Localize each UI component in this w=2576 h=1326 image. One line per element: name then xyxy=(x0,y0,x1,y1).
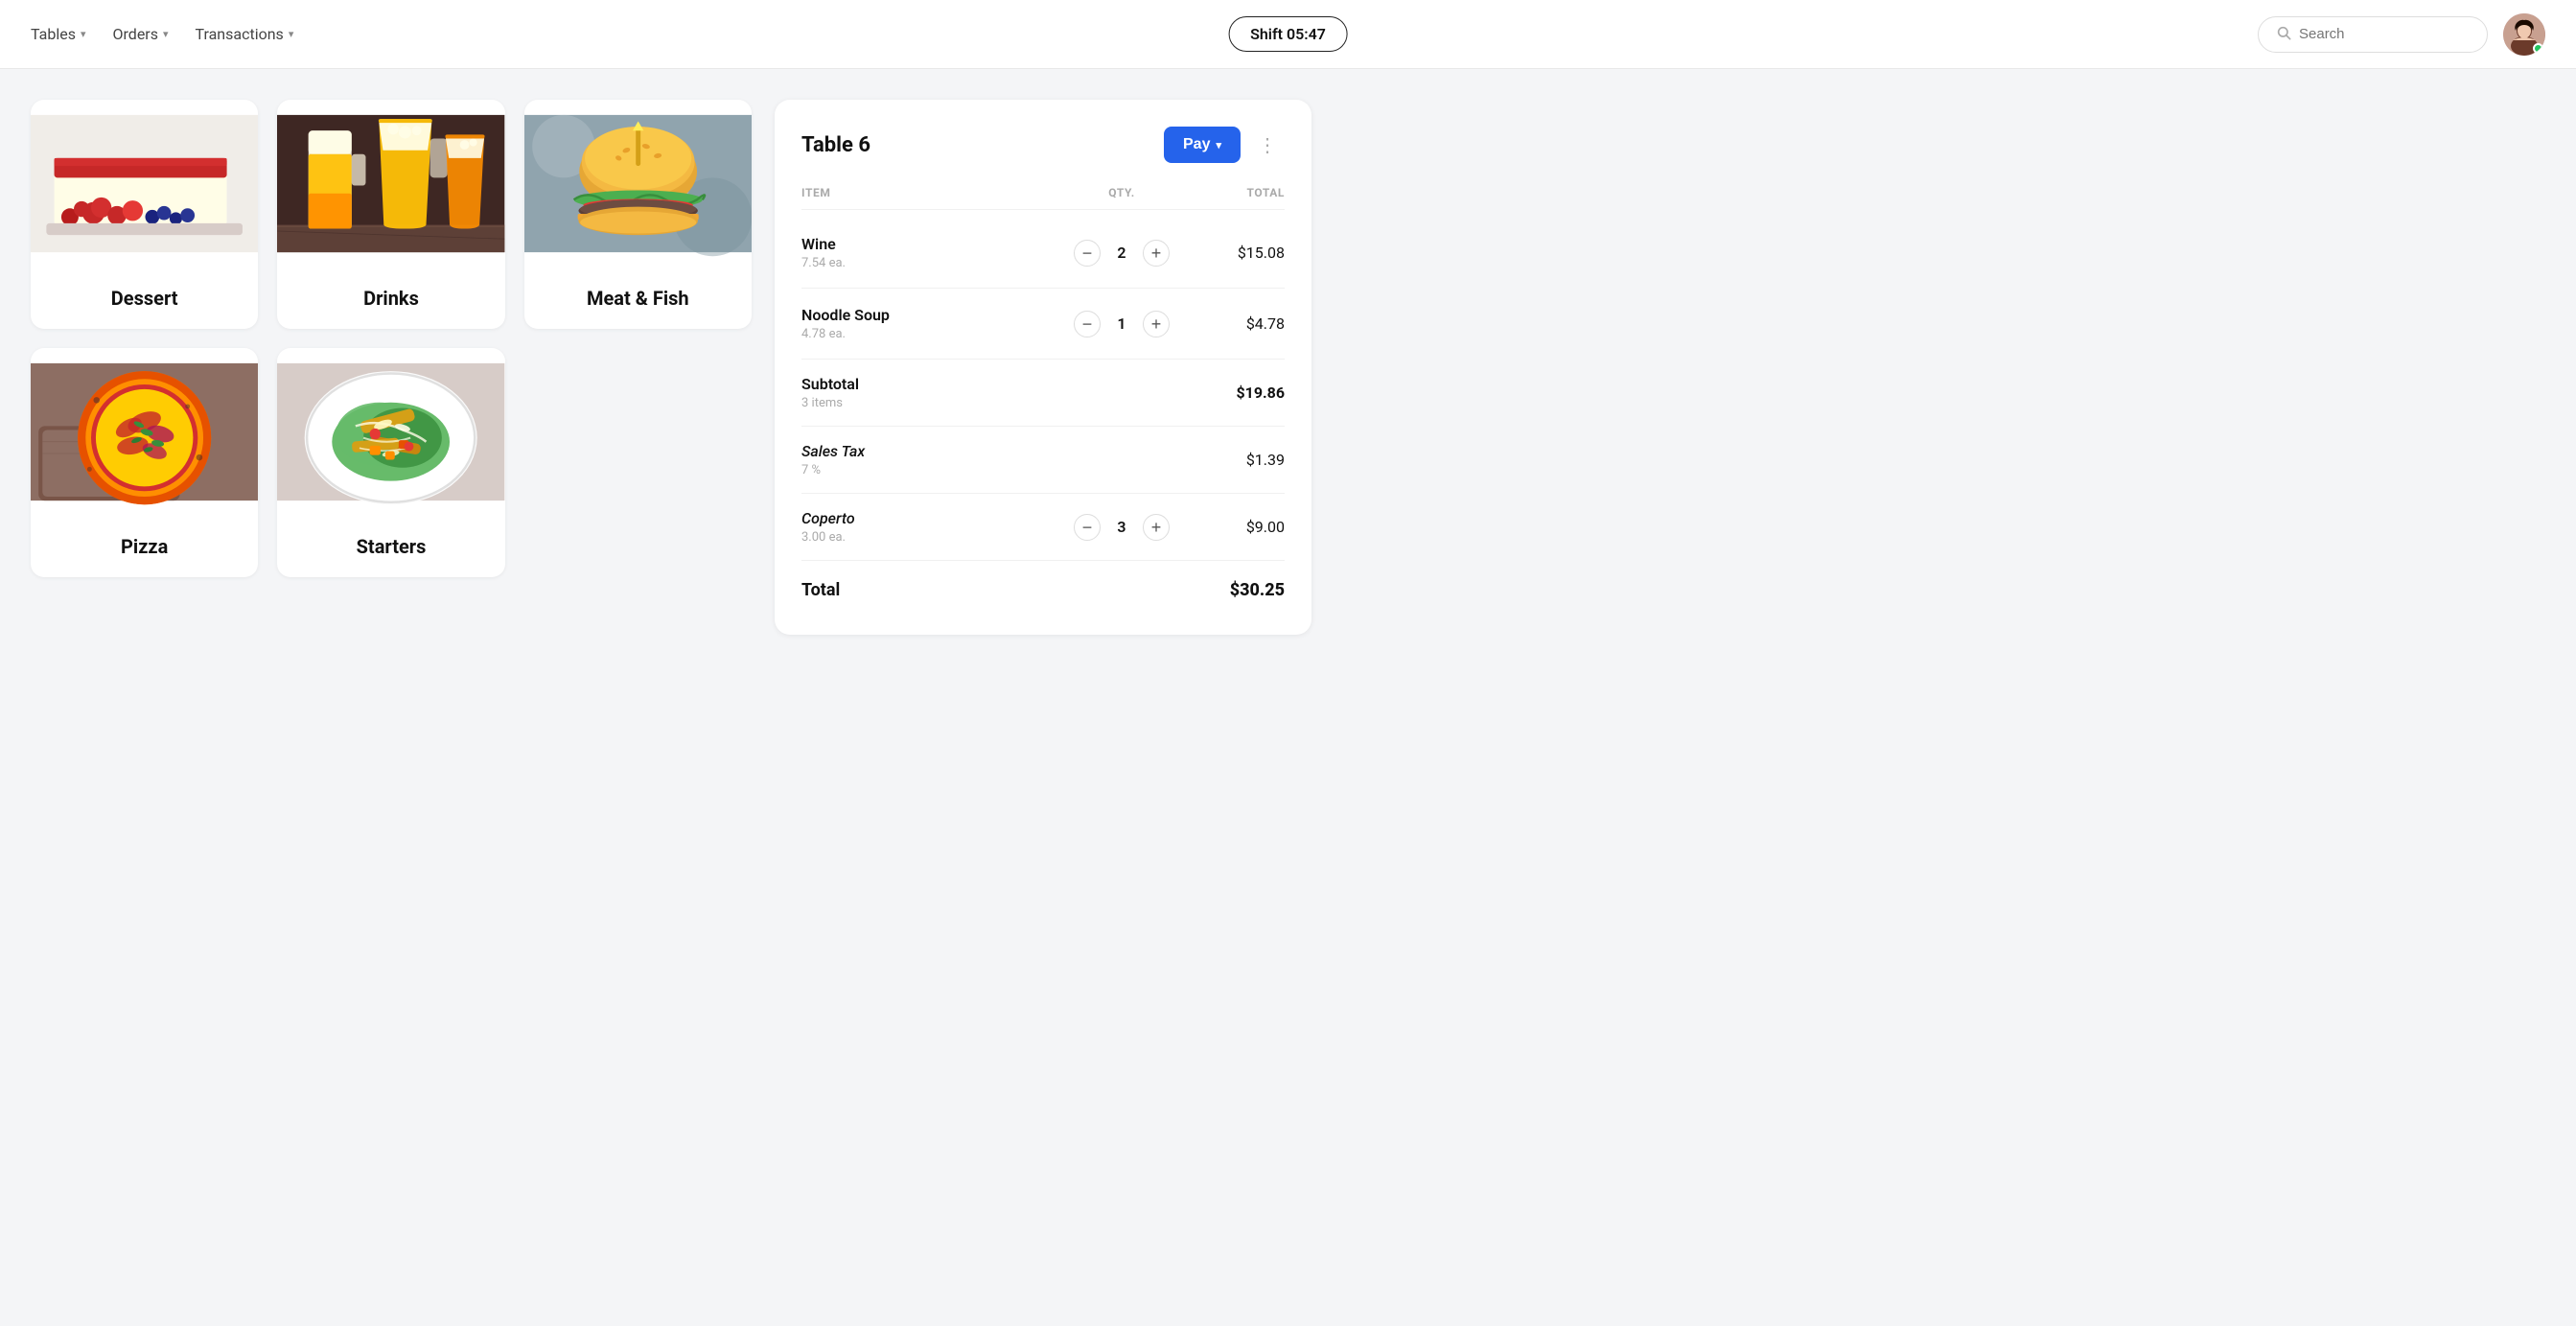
nav-tables[interactable]: Tables ▾ xyxy=(31,25,86,43)
coperto-qty-increase[interactable]: + xyxy=(1143,514,1170,541)
nav-tables-label: Tables xyxy=(31,25,76,43)
shift-badge[interactable]: Shift 05:47 xyxy=(1228,16,1348,52)
coperto-qty-value: 3 xyxy=(1112,518,1131,536)
search-icon xyxy=(2276,25,2291,44)
pay-chevron-icon: ▾ xyxy=(1216,139,1221,151)
wine-qty-value: 2 xyxy=(1112,244,1131,262)
pizza-image xyxy=(31,348,258,516)
category-card-drinks[interactable]: Drinks xyxy=(277,100,504,329)
dessert-label: Dessert xyxy=(31,268,258,329)
dessert-image xyxy=(31,100,258,268)
search-bar[interactable] xyxy=(2258,16,2488,53)
subtotal-value: $19.86 xyxy=(1189,384,1285,402)
noodle-soup-total: $4.78 xyxy=(1189,314,1285,333)
meat-fish-label: Meat & Fish xyxy=(524,268,752,329)
coperto-sub: 3.00 ea. xyxy=(801,530,1055,545)
tax-label: Sales Tax xyxy=(801,442,1189,460)
wine-name: Wine xyxy=(801,235,1055,253)
noodle-soup-qty-increase[interactable]: + xyxy=(1143,311,1170,337)
coperto-info: Coperto 3.00 ea. xyxy=(801,509,1055,545)
subtotal-label: Subtotal xyxy=(801,375,1189,393)
avatar[interactable] xyxy=(2503,13,2545,56)
coperto-qty-control: − 3 + xyxy=(1055,514,1189,541)
table-title: Table 6 xyxy=(801,133,870,157)
chevron-down-icon: ▾ xyxy=(163,28,169,40)
header-actions xyxy=(2258,13,2545,56)
category-grid: Dessert xyxy=(31,100,752,635)
noodle-soup-name: Noodle Soup xyxy=(801,306,1055,324)
pizza-label: Pizza xyxy=(31,516,258,577)
noodle-soup-qty-control: − 1 + xyxy=(1055,311,1189,337)
starters-image xyxy=(277,348,504,516)
wine-item-info: Wine 7.54 ea. xyxy=(801,235,1055,270)
drinks-image xyxy=(277,100,504,268)
category-card-dessert[interactable]: Dessert xyxy=(31,100,258,329)
coperto-row: Coperto 3.00 ea. − 3 + $9.00 xyxy=(801,494,1285,561)
noodle-soup-qty-decrease[interactable]: − xyxy=(1074,311,1101,337)
online-indicator xyxy=(2533,43,2543,54)
wine-qty-decrease[interactable]: − xyxy=(1074,240,1101,267)
coperto-qty-decrease[interactable]: − xyxy=(1074,514,1101,541)
starters-label: Starters xyxy=(277,516,504,577)
tax-value: $1.39 xyxy=(1189,451,1285,469)
nav-orders[interactable]: Orders ▾ xyxy=(113,25,169,43)
order-row-noodle-soup: Noodle Soup 4.78 ea. − 1 + $4.78 xyxy=(801,289,1285,360)
wine-qty-control: − 2 + xyxy=(1055,240,1189,267)
category-card-starters[interactable]: Starters xyxy=(277,348,504,577)
total-label: Total xyxy=(801,580,1189,600)
order-header: Table 6 Pay ▾ ⋮ xyxy=(801,127,1285,163)
header: Tables ▾ Orders ▾ Transactions ▾ Shift 0… xyxy=(0,0,2576,69)
noodle-soup-item-info: Noodle Soup 4.78 ea. xyxy=(801,306,1055,341)
order-table-header: ITEM QTY. TOTAL xyxy=(801,186,1285,210)
chevron-down-icon: ▾ xyxy=(289,28,294,40)
main-content: Dessert xyxy=(0,69,1342,665)
main-nav: Tables ▾ Orders ▾ Transactions ▾ xyxy=(31,25,293,43)
category-card-meat-fish[interactable]: Meat & Fish xyxy=(524,100,752,329)
wine-price-ea: 7.54 ea. xyxy=(801,256,1055,270)
chevron-down-icon: ▾ xyxy=(81,28,86,40)
subtotal-row: Subtotal 3 items $19.86 xyxy=(801,360,1285,427)
total-row: Total $30.25 xyxy=(801,561,1285,608)
noodle-soup-price-ea: 4.78 ea. xyxy=(801,327,1055,341)
order-row-wine: Wine 7.54 ea. − 2 + $15.08 xyxy=(801,218,1285,289)
subtotal-info: Subtotal 3 items xyxy=(801,375,1189,410)
drinks-label: Drinks xyxy=(277,268,504,329)
tax-info: Sales Tax 7 % xyxy=(801,442,1189,477)
wine-qty-increase[interactable]: + xyxy=(1143,240,1170,267)
more-options-button[interactable]: ⋮ xyxy=(1250,129,1285,160)
meat-fish-image xyxy=(524,100,752,268)
nav-transactions[interactable]: Transactions ▾ xyxy=(196,25,294,43)
shift-section: Shift 05:47 xyxy=(1228,16,1348,52)
coperto-label: Coperto xyxy=(801,509,1055,527)
wine-total: $15.08 xyxy=(1189,244,1285,262)
col-item: ITEM xyxy=(801,186,1055,210)
col-total: TOTAL xyxy=(1189,186,1285,210)
col-qty: QTY. xyxy=(1055,186,1189,210)
pay-button[interactable]: Pay ▾ xyxy=(1164,127,1241,163)
tax-sub: 7 % xyxy=(801,463,1189,477)
total-value: $30.25 xyxy=(1189,580,1285,600)
tax-row: Sales Tax 7 % $1.39 xyxy=(801,427,1285,494)
noodle-soup-qty-value: 1 xyxy=(1112,314,1131,333)
coperto-total: $9.00 xyxy=(1189,518,1285,536)
nav-orders-label: Orders xyxy=(113,25,158,43)
order-header-actions: Pay ▾ ⋮ xyxy=(1164,127,1285,163)
order-panel: Table 6 Pay ▾ ⋮ ITEM QTY. TOTAL Wine 7.5… xyxy=(775,100,1311,635)
category-card-pizza[interactable]: Pizza xyxy=(31,348,258,577)
subtotal-sub: 3 items xyxy=(801,396,1189,410)
search-input[interactable] xyxy=(2299,26,2470,42)
nav-transactions-label: Transactions xyxy=(196,25,284,43)
